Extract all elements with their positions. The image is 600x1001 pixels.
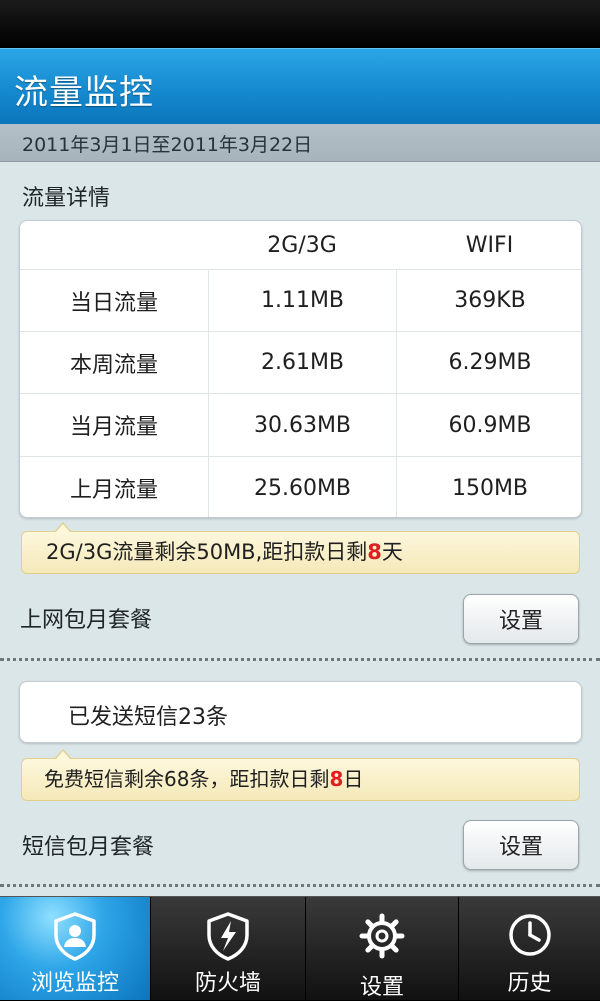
tab-label: 历史 bbox=[507, 971, 552, 996]
mobile-value: 25.60MB bbox=[208, 457, 396, 517]
tab-label: 防火墙 bbox=[194, 971, 261, 996]
page-title: 流量监控 bbox=[14, 73, 154, 113]
user-shield-icon bbox=[54, 912, 96, 961]
wifi-value: 369KB bbox=[396, 270, 581, 331]
wifi-value: 150MB bbox=[396, 457, 581, 517]
tab-history[interactable]: 历史 bbox=[458, 897, 600, 1000]
row-label: 上月流量 bbox=[69, 478, 158, 503]
traffic-tip-days: 8 bbox=[367, 540, 382, 564]
date-range-bar: 2011年3月1日至2011年3月22日 bbox=[0, 124, 600, 162]
table-header-empty bbox=[20, 221, 208, 269]
sms-sent-card: 已发送短信23条 bbox=[19, 681, 582, 743]
traffic-remaining-tip: 2G/3G流量剩余50MB,距扣款日剩8天 bbox=[21, 522, 580, 574]
data-plan-label: 上网包月套餐 bbox=[20, 608, 153, 633]
sms-tip-suffix: 日 bbox=[343, 767, 364, 791]
row-label: 当月流量 bbox=[69, 415, 158, 440]
tab-settings[interactable]: 设置 bbox=[305, 897, 458, 1000]
sms-plan-settings-button[interactable]: 设置 bbox=[463, 820, 579, 870]
main-content: 流量详情 2G/3G WIFI 当日流量 1.11MB 369KB 本周流量 2… bbox=[0, 162, 600, 896]
sms-plan-label: 短信包月套餐 bbox=[22, 835, 155, 860]
bottom-tab-bar: 浏览监控 防火墙 设置 历史 bbox=[0, 896, 600, 1000]
table-header-wifi: WIFI bbox=[465, 232, 514, 258]
data-plan-settings-button[interactable]: 设置 bbox=[463, 594, 579, 644]
mobile-value: 2.61MB bbox=[208, 332, 396, 393]
tab-label: 设置 bbox=[359, 975, 404, 1000]
row-label: 当日流量 bbox=[69, 290, 158, 316]
status-bar bbox=[0, 0, 600, 48]
table-row: 上月流量 25.60MB 150MB bbox=[20, 456, 581, 517]
sms-tip-days: 8 bbox=[329, 767, 344, 791]
row-label: 本周流量 bbox=[69, 352, 158, 378]
table-row: 当日流量 1.11MB 369KB bbox=[20, 269, 581, 331]
tab-browse-monitor[interactable]: 浏览监控 bbox=[0, 897, 150, 1000]
section-divider bbox=[0, 884, 600, 887]
clock-icon bbox=[508, 914, 551, 956]
tab-label: 浏览监控 bbox=[30, 971, 119, 996]
sms-remaining-tip: 免费短信剩余68条，距扣款日剩8日 bbox=[21, 749, 580, 801]
traffic-section-title: 流量详情 bbox=[22, 186, 111, 211]
gear-icon bbox=[359, 913, 405, 959]
wifi-value: 6.29MB bbox=[396, 332, 581, 393]
traffic-table: 2G/3G WIFI 当日流量 1.11MB 369KB 本周流量 2.61MB… bbox=[19, 220, 582, 518]
traffic-tip-prefix: 2G/3G流量剩余50MB,距扣款日剩 bbox=[46, 540, 368, 564]
traffic-tip-suffix: 天 bbox=[381, 540, 403, 564]
table-row: 本周流量 2.61MB 6.29MB bbox=[20, 331, 581, 393]
table-row: 当月流量 30.63MB 60.9MB bbox=[20, 393, 581, 456]
sms-sent-text: 已发送短信23条 bbox=[68, 705, 228, 730]
tab-firewall[interactable]: 防火墙 bbox=[150, 897, 305, 1000]
mobile-value: 30.63MB bbox=[208, 394, 396, 456]
table-header-mobile: 2G/3G bbox=[267, 232, 337, 258]
firewall-shield-icon bbox=[207, 912, 249, 961]
sms-tip-prefix: 免费短信剩余68条，距扣款日剩 bbox=[44, 767, 330, 791]
table-header-row: 2G/3G WIFI bbox=[20, 221, 581, 269]
mobile-value: 1.11MB bbox=[208, 270, 396, 331]
date-range-text: 2011年3月1日至2011年3月22日 bbox=[22, 134, 313, 156]
section-divider bbox=[0, 658, 600, 661]
app-header: 流量监控 bbox=[0, 48, 600, 124]
wifi-value: 60.9MB bbox=[396, 394, 581, 456]
